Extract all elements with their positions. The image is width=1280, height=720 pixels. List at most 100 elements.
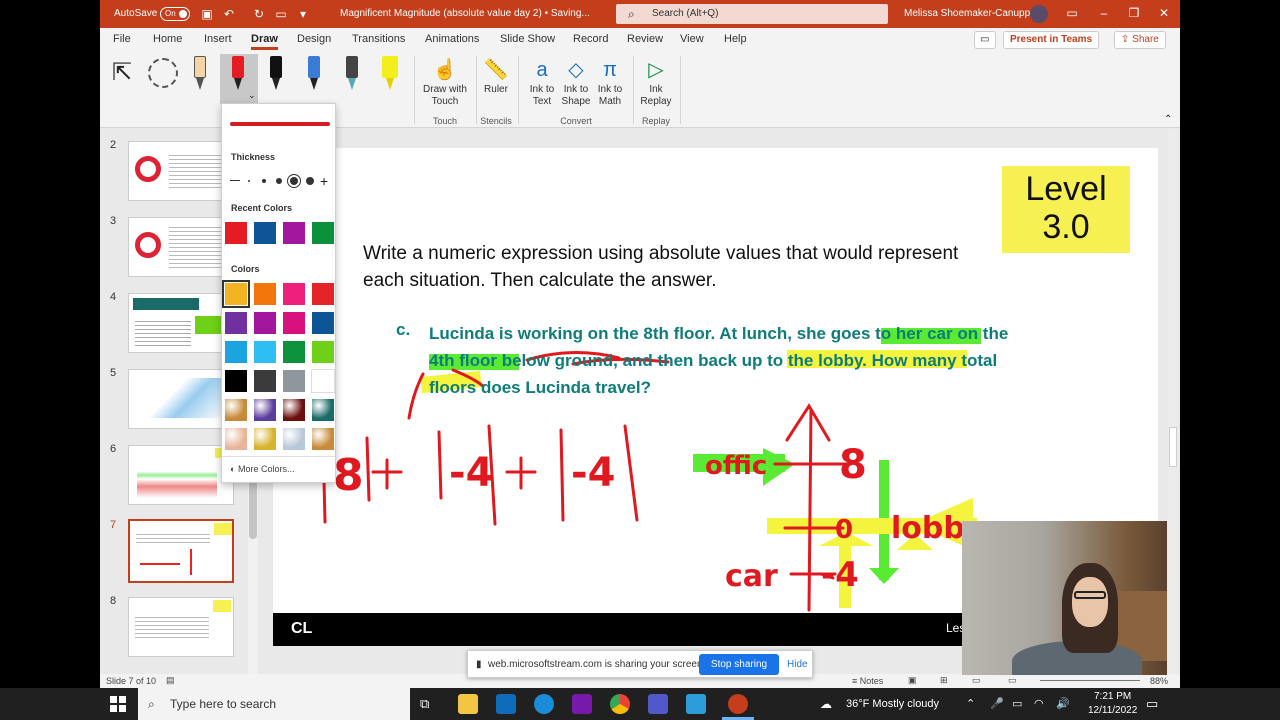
ink-to-math-button[interactable]: π Ink to Math [592,56,628,108]
accessibility-icon[interactable]: ▤ [166,675,175,686]
zoom-slider[interactable] [1040,680,1140,681]
color-swatch[interactable] [282,311,306,335]
save-icon[interactable]: ▣ [200,7,214,21]
hide-button[interactable]: Hide [787,659,808,670]
recent-color-swatch[interactable] [311,221,335,245]
ink-to-shape-button[interactable]: ◇ Ink to Shape [558,56,594,108]
select-arrow-icon[interactable]: ⇱ [112,58,132,87]
thumbnail-slide-6[interactable] [128,445,234,505]
clock-date[interactable]: 12/11/2022 [1088,705,1137,716]
close-icon[interactable]: ✕ [1156,6,1172,20]
color-swatch[interactable] [282,340,306,364]
weather-text[interactable]: 36°F Mostly cloudy [846,698,939,710]
edge-icon[interactable] [534,694,554,714]
pen-black-icon[interactable] [268,56,284,94]
tab-view[interactable]: View [680,33,704,45]
stop-sharing-button[interactable]: Stop sharing [699,654,779,675]
zoom-level[interactable]: 88% [1150,676,1168,686]
highlighter-yellow-icon[interactable] [382,56,398,94]
comments-icon[interactable]: ▭ [974,31,996,49]
tab-design[interactable]: Design [297,33,331,45]
autosave-toggle[interactable]: On [160,7,190,21]
thumbnail-slide-4[interactable] [128,293,234,353]
color-swatch[interactable] [224,311,248,335]
texture-swatch[interactable] [311,398,335,422]
normal-view-icon[interactable]: ▣ [908,675,917,686]
ink-replay-button[interactable]: ▷ Ink Replay [638,56,674,108]
color-swatch[interactable] [222,280,250,308]
outlook-icon[interactable] [496,694,516,714]
minimize-icon[interactable]: – [1096,6,1112,20]
slide-scrollbar[interactable] [1168,129,1178,674]
color-swatch[interactable] [253,369,277,393]
tab-transitions[interactable]: Transitions [352,33,405,45]
color-swatch[interactable] [253,282,277,306]
color-swatch[interactable] [311,369,335,393]
lasso-icon[interactable] [148,58,178,88]
thumbnail-slide-5[interactable] [128,369,234,429]
color-swatch[interactable] [224,369,248,393]
color-swatch[interactable] [311,282,335,306]
slide-sorter-icon[interactable]: ⊞ [940,675,948,686]
teams-icon[interactable] [648,694,668,714]
undo-icon[interactable]: ↶ [222,7,236,21]
texture-swatch[interactable] [224,427,248,451]
pen-galaxy-icon[interactable] [306,56,322,94]
pen-red-icon[interactable] [230,56,246,94]
chevron-down-icon[interactable]: ⌄ [248,90,256,101]
color-swatch[interactable] [282,369,306,393]
draw-with-touch-button[interactable]: ☝ Draw with Touch [420,56,470,108]
thumbnail-slide-7[interactable] [128,519,234,583]
thumbnail-slide-3[interactable] [128,217,234,277]
collapse-ribbon-icon[interactable]: ⌃ [1164,114,1172,125]
tray-chevron-icon[interactable]: ⌃ [966,697,975,710]
share-button[interactable]: ⇪ Share [1114,31,1166,49]
color-swatch[interactable] [253,311,277,335]
reading-view-icon[interactable]: ▭ [972,675,981,686]
customize-icon[interactable]: ▾ [296,7,310,21]
ink-to-text-button[interactable]: a Ink to Text [524,56,560,108]
color-swatch[interactable] [311,340,335,364]
color-swatch[interactable] [311,311,335,335]
slideshow-view-icon[interactable]: ▭ [1008,675,1017,686]
pen-gray-icon[interactable] [344,56,360,94]
texture-swatch[interactable] [224,398,248,422]
texture-swatch[interactable] [253,398,277,422]
color-swatch[interactable] [282,282,306,306]
recent-color-swatch[interactable] [224,221,248,245]
chrome-icon[interactable] [610,694,630,714]
color-swatch[interactable] [253,340,277,364]
network-icon[interactable]: ▭ [1012,697,1022,710]
onenote-icon[interactable] [572,694,592,714]
powerpoint-icon[interactable] [728,694,748,714]
tab-slide-show[interactable]: Slide Show [500,33,555,45]
eraser-icon[interactable] [192,56,208,94]
notes-button[interactable]: ≡ Notes [852,676,883,686]
present-icon[interactable]: ▭ [274,7,288,21]
tab-review[interactable]: Review [627,33,663,45]
tab-record[interactable]: Record [573,33,608,45]
texture-swatch[interactable] [311,427,335,451]
tab-file[interactable]: File [113,33,131,45]
volume-icon[interactable]: 🔊 [1056,697,1070,710]
tab-help[interactable]: Help [724,33,747,45]
redo-icon[interactable]: ↻ [252,7,266,21]
more-colors-button[interactable]: ◐ More Colors... [230,464,294,474]
texture-swatch[interactable] [253,427,277,451]
teams-meeting-icon[interactable] [686,694,706,714]
recent-color-swatch[interactable] [282,221,306,245]
color-swatch[interactable] [224,340,248,364]
recent-color-swatch[interactable] [253,221,277,245]
notifications-icon[interactable]: ▭ [1146,696,1158,712]
wifi-icon[interactable]: ◠ [1034,697,1044,710]
present-in-teams-button[interactable]: Present in Teams [1003,31,1100,49]
ruler-button[interactable]: 📏 Ruler [480,56,512,96]
thickness-options[interactable]: + [230,174,330,188]
search-box[interactable]: ⌕ Search (Alt+Q) [616,4,888,24]
texture-swatch[interactable] [282,398,306,422]
tab-animations[interactable]: Animations [425,33,479,45]
thumbnail-slide-8[interactable] [128,597,234,657]
taskbar-search[interactable]: ⌕ Type here to search [138,688,410,720]
windows-start-icon[interactable] [110,696,126,712]
clock-time[interactable]: 7:21 PM [1094,691,1131,702]
